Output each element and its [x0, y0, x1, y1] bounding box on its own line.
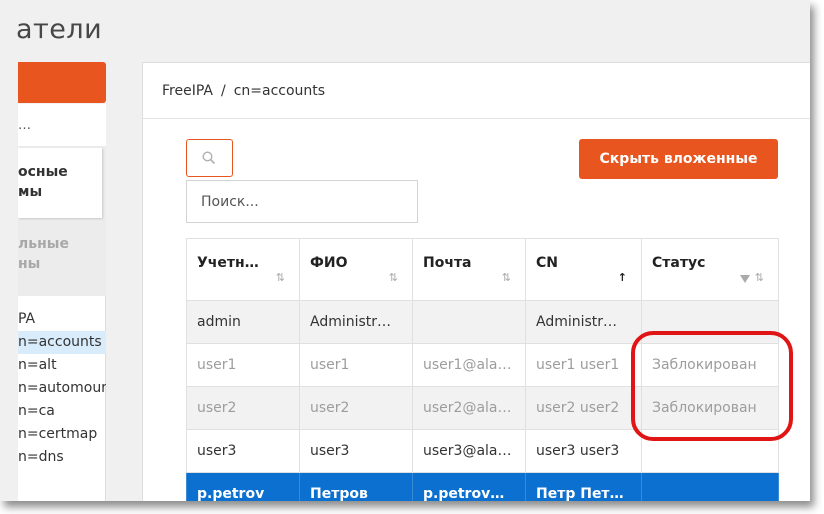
tree-item[interactable]: n=automour — [18, 377, 106, 400]
table-cell: Administr… — [299, 300, 413, 344]
tab-main-schemes[interactable]: осные мы — [18, 148, 102, 218]
tab-other-schemes-label: льные ны — [18, 236, 69, 272]
tree-item[interactable]: n=dns — [18, 446, 106, 469]
app-window: атели … осные мы льные ны PA n=accounts … — [0, 0, 810, 501]
column-header-label: Почта — [423, 255, 472, 271]
tree-item-selected[interactable]: n=accounts — [18, 331, 106, 354]
table-cell: user2@ala… — [412, 386, 526, 430]
page-title: атели — [16, 14, 103, 45]
table-cell: user3 user3 — [525, 429, 642, 473]
sidebar-ellipsis: … — [18, 104, 106, 146]
tree-item[interactable]: n=alt — [18, 354, 106, 377]
column-header-label: CN — [536, 255, 558, 271]
breadcrumb: FreeIPA / cn=accounts — [143, 63, 810, 119]
sidebar-action-button[interactable] — [18, 62, 106, 103]
filter-icon[interactable] — [740, 275, 750, 283]
column-header-fullname[interactable]: ФИО ⇅ — [299, 238, 413, 301]
column-header-email[interactable]: Почта ⇅ — [412, 238, 526, 301]
table-cell: user3@ala… — [412, 429, 526, 473]
table-cell — [412, 300, 526, 344]
sort-ascending-icon[interactable]: ↑ — [618, 271, 627, 284]
table-cell: user3 — [299, 429, 413, 473]
tree-item[interactable]: n=certmap — [18, 423, 106, 446]
table-cell: Administr… — [525, 300, 642, 344]
breadcrumb-root[interactable]: FreeIPA — [162, 83, 213, 99]
tree-panel: PA n=accounts n=alt n=automour n=ca n=ce… — [18, 296, 106, 501]
column-header-status[interactable]: Статус ⇅ — [641, 238, 779, 301]
table-cell: user2 user2 — [525, 386, 642, 430]
search-icon — [202, 151, 216, 165]
sort-icon[interactable]: ⇅ — [755, 271, 764, 284]
table-cell: user1 — [186, 343, 300, 387]
sort-icon[interactable]: ⇅ — [502, 271, 511, 284]
breadcrumb-separator: / — [220, 83, 226, 99]
tree-list: PA n=accounts n=alt n=automour n=ca n=ce… — [18, 308, 106, 469]
table-cell: p.petrov — [186, 472, 300, 501]
search-input[interactable] — [186, 180, 418, 223]
column-header-label: Учетн… — [197, 255, 259, 271]
table-cell — [641, 472, 779, 501]
table-cell: user2 — [299, 386, 413, 430]
tab-other-schemes[interactable]: льные ны — [18, 230, 102, 290]
table-cell: p.petrov@… — [412, 472, 526, 501]
search-button[interactable] — [186, 139, 233, 177]
table-cell: user1 — [299, 343, 413, 387]
table-cell: user2 — [186, 386, 300, 430]
tab-main-schemes-label: осные мы — [18, 164, 68, 200]
sort-icon[interactable]: ⇅ — [389, 271, 398, 284]
sort-icon[interactable]: ⇅ — [276, 271, 285, 284]
table-cell: Петров — [299, 472, 413, 501]
table-cell: Петр Петр… — [525, 472, 642, 501]
column-header-label: Статус — [652, 255, 706, 271]
column-header-cn[interactable]: CN ↑ — [525, 238, 642, 301]
column-header-label: ФИО — [310, 255, 348, 271]
table-cell: admin — [186, 300, 300, 344]
status-highlight-annotation — [631, 331, 793, 441]
table-row-selected[interactable]: p.petrov Петров p.petrov@… Петр Петр… — [186, 472, 779, 501]
tree-item[interactable]: n=ca — [18, 400, 106, 423]
table-cell: user1@ala… — [412, 343, 526, 387]
table-cell: user3 — [186, 429, 300, 473]
breadcrumb-current: cn=accounts — [233, 83, 326, 99]
table-header-row: Учетн… ⇅ ФИО ⇅ Почта ⇅ CN ↑ Статус ⇅ — [186, 238, 779, 301]
hide-nested-button[interactable]: Скрыть вложенные — [579, 139, 778, 179]
tree-item[interactable]: PA — [18, 308, 106, 331]
table-cell: user1 user1 — [525, 343, 642, 387]
column-header-account[interactable]: Учетн… ⇅ — [186, 238, 300, 301]
